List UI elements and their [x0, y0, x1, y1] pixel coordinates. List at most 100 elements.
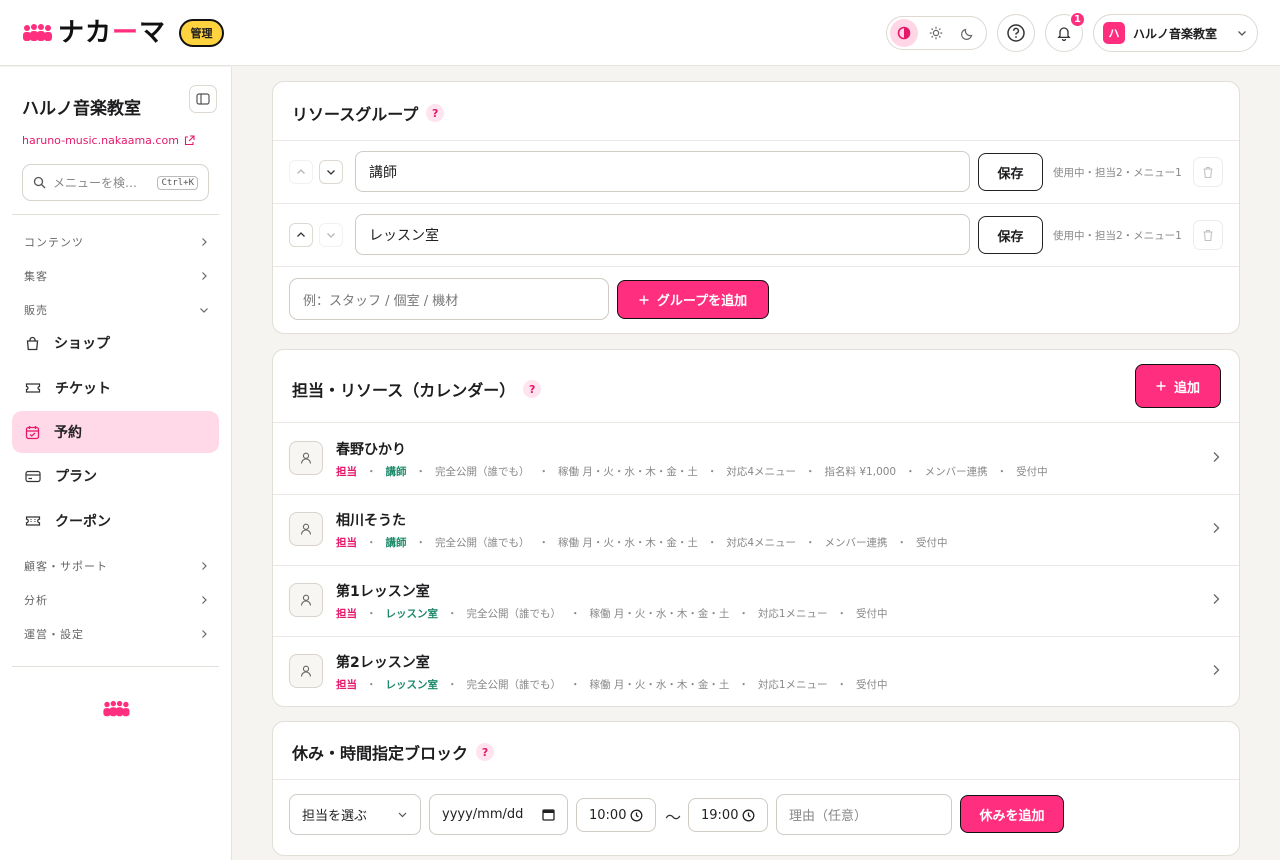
- logo-people-icon: [23, 24, 52, 41]
- resource-group-row: 保存 使用中・担当2・メニュー1: [273, 141, 1239, 203]
- menu-search-input[interactable]: メニューを検… Ctrl+K: [22, 164, 209, 201]
- move-up-button[interactable]: [289, 223, 313, 247]
- trash-icon: [1203, 166, 1213, 178]
- sidebar-item-reservation[interactable]: 予約: [12, 411, 219, 453]
- group-tag: レッスン室: [385, 608, 439, 620]
- save-button[interactable]: 保存: [978, 216, 1043, 254]
- notification-count-badge: 1: [1069, 11, 1086, 28]
- blocks-title: 休み・時間指定ブロック ?: [292, 740, 495, 764]
- visibility-meta: 完全公開（誰でも）: [435, 466, 530, 478]
- shop-url-link[interactable]: haruno-music.nakaama.com: [22, 134, 195, 147]
- sidebar-item-ticket[interactable]: チケット: [12, 367, 219, 409]
- resource-meta: 担当・ レッスン室・ 完全公開（誰でも）・ 稼働 月・火・水・木・金・土・ 対応…: [336, 679, 888, 691]
- staff-select[interactable]: 担当を選ぶ: [289, 794, 421, 835]
- move-up-button[interactable]: [289, 160, 313, 184]
- group-name-input[interactable]: [355, 151, 970, 192]
- status-meta: 受付中: [856, 608, 888, 620]
- sidebar-item-plan[interactable]: プラン: [12, 455, 219, 497]
- resource-name: 第1レッスン室: [336, 584, 430, 600]
- time-range-separator: 〜: [665, 808, 682, 827]
- nav-category-analytics[interactable]: 分析: [24, 592, 209, 608]
- nav-category-label: 販売: [24, 304, 48, 317]
- move-down-button[interactable]: [319, 160, 343, 184]
- visibility-meta: 完全公開（誰でも）: [466, 608, 562, 620]
- sidebar-item-label: ショップ: [54, 336, 110, 352]
- add-resource-button[interactable]: 追加: [1135, 364, 1221, 408]
- plus-icon: [1156, 381, 1166, 391]
- group-usage-meta: 使用中・担当2・メニュー1: [1053, 230, 1182, 242]
- theme-auto-button[interactable]: [890, 19, 918, 47]
- app-logo[interactable]: ナカーマ: [22, 18, 166, 48]
- coupon-icon: [25, 516, 41, 526]
- bag-icon: [26, 336, 39, 350]
- shop-url-text: haruno-music.nakaama.com: [22, 134, 179, 147]
- resource-row[interactable]: 第1レッスン室 担当・ レッスン室・ 完全公開（誰でも）・ 稼働 月・火・水・木…: [273, 565, 1239, 636]
- theme-dark-button[interactable]: [954, 19, 982, 47]
- help-icon[interactable]: ?: [426, 104, 445, 122]
- role-tag: 担当: [336, 608, 357, 620]
- menu-count-meta: 対応1メニュー: [757, 608, 828, 620]
- status-meta: 受付中: [856, 679, 888, 691]
- role-tag: 担当: [336, 537, 357, 549]
- help-button[interactable]: [997, 14, 1035, 52]
- sidebar-item-shop[interactable]: ショップ: [12, 322, 219, 364]
- notifications-button[interactable]: 1: [1045, 11, 1086, 52]
- resource-group-row: 保存 使用中・担当2・メニュー1: [273, 204, 1239, 266]
- new-group-input[interactable]: 例：スタッフ / 個室 / 機材: [289, 278, 609, 320]
- search-placeholder: メニューを検…: [53, 176, 138, 190]
- save-button[interactable]: 保存: [978, 153, 1043, 191]
- clock-icon: [742, 809, 755, 821]
- add-group-button[interactable]: グループを追加: [617, 280, 769, 319]
- sidebar-divider: [12, 666, 219, 667]
- chevron-down-icon: [327, 170, 335, 175]
- sidebar-item-coupon[interactable]: クーポン: [12, 500, 219, 542]
- nav-category-customers[interactable]: 顧客・サポート: [24, 558, 209, 574]
- account-switcher[interactable]: ハ ハルノ音楽教室: [1093, 14, 1258, 52]
- nav-category-settings[interactable]: 運営・設定: [24, 626, 209, 642]
- date-input[interactable]: yyyy/mm/dd: [429, 794, 568, 835]
- footer-logo-icon: [103, 700, 130, 717]
- nav-category-sales[interactable]: 販売: [24, 302, 209, 318]
- reason-input[interactable]: 理由（任意）: [776, 794, 952, 835]
- nav-category-marketing[interactable]: 集客: [24, 268, 209, 284]
- nav-category-label: 分析: [24, 594, 48, 607]
- card-title-text: リソースグループ: [292, 105, 419, 124]
- member-link-meta: メンバー連携: [824, 537, 888, 549]
- start-time-input[interactable]: 10:00: [576, 798, 656, 832]
- theme-light-button[interactable]: [922, 19, 950, 47]
- sidebar-collapse-button[interactable]: [189, 85, 217, 113]
- delete-group-button[interactable]: [1193, 157, 1223, 187]
- resource-row[interactable]: 第2レッスン室 担当・ レッスン室・ 完全公開（誰でも）・ 稼働 月・火・水・木…: [273, 636, 1239, 707]
- resource-row[interactable]: 春野ひかり 担当・ 講師・ 完全公開（誰でも）・ 稼働 月・火・水・木・金・土・…: [273, 423, 1239, 494]
- schedule-meta: 稼働 月・火・水・木・金・土: [589, 679, 730, 691]
- resource-groups-title: リソースグループ ?: [292, 101, 445, 125]
- add-block-button[interactable]: 休みを追加: [960, 795, 1064, 833]
- schedule-meta: 稼働 月・火・水・木・金・土: [589, 608, 730, 620]
- resource-meta: 担当・ 講師・ 完全公開（誰でも）・ 稼働 月・火・水・木・金・土・ 対応4メニ…: [336, 466, 1048, 478]
- help-icon[interactable]: ?: [476, 743, 495, 761]
- end-time-value: 19:00: [701, 807, 739, 823]
- account-name: ハルノ音楽教室: [1133, 26, 1218, 41]
- add-group-label: グループを追加: [656, 294, 748, 309]
- moon-icon: [961, 28, 973, 40]
- end-time-input[interactable]: 19:00: [688, 798, 768, 832]
- role-tag: 担当: [336, 679, 357, 691]
- help-icon[interactable]: ?: [523, 380, 542, 398]
- resource-name: 第2レッスン室: [336, 655, 430, 671]
- chevron-down-icon: [398, 812, 407, 818]
- chevron-right-icon: [202, 562, 207, 570]
- group-name-input[interactable]: [355, 214, 970, 255]
- person-icon: [289, 583, 323, 617]
- search-icon: [33, 176, 46, 189]
- move-down-button[interactable]: [319, 223, 343, 247]
- menu-count-meta: 対応1メニュー: [757, 679, 828, 691]
- chevron-right-icon: [1213, 452, 1220, 462]
- group-usage-meta: 使用中・担当2・メニュー1: [1053, 167, 1182, 179]
- admin-badge: 管理: [179, 19, 224, 47]
- role-tag: 担当: [336, 466, 357, 478]
- resource-row[interactable]: 相川そうた 担当・ 講師・ 完全公開（誰でも）・ 稼働 月・火・水・木・金・土・…: [273, 494, 1239, 565]
- resource-name: 春野ひかり: [336, 442, 406, 458]
- new-group-placeholder: 例：スタッフ / 個室 / 機材: [303, 293, 459, 309]
- delete-group-button[interactable]: [1193, 220, 1223, 250]
- nav-category-contents[interactable]: コンテンツ: [24, 234, 209, 250]
